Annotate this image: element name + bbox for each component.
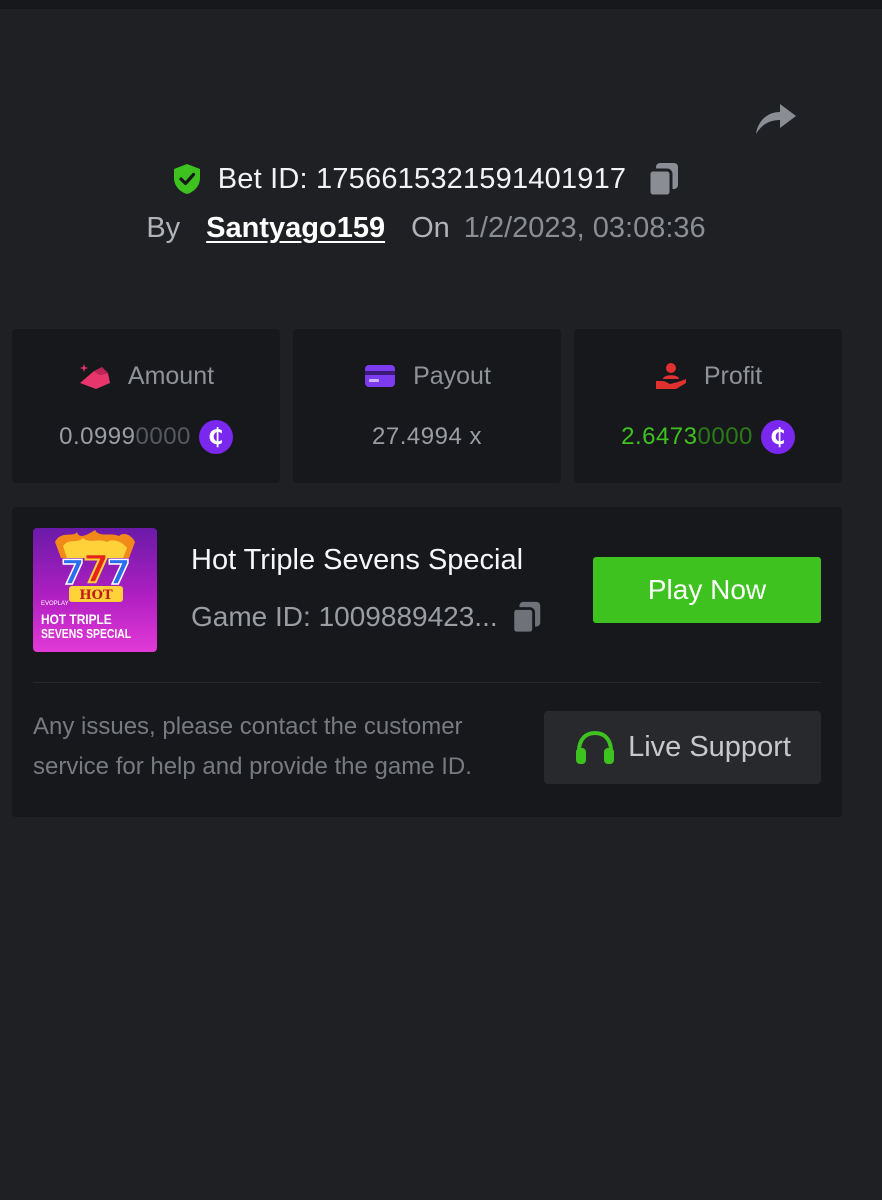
- profit-card: Profit 2.6473 0000 ₵: [574, 329, 842, 483]
- divider: [33, 682, 821, 683]
- live-support-button[interactable]: Live Support: [544, 711, 821, 784]
- by-label: By: [146, 212, 181, 244]
- profit-header: Profit: [574, 359, 842, 393]
- svg-text:7: 7: [83, 547, 109, 591]
- slot-sevens-logo: 7 7 7 HOT: [55, 530, 135, 603]
- payout-card: Payout 27.4994 x: [293, 329, 561, 483]
- amount-value-trailing: 0000: [135, 423, 191, 450]
- amount-icon: [79, 364, 110, 389]
- top-bar: [0, 0, 882, 9]
- amount-value-main: 0.0999: [59, 423, 136, 450]
- bet-id-row: Bet ID: 1756615321591401917: [0, 158, 852, 200]
- amount-card: Amount 0.0999 0000 ₵: [12, 329, 280, 483]
- thumbnail-brand: EVOPLAY: [41, 601, 69, 607]
- bet-timestamp: 1/2/2023, 03:08:36: [463, 212, 706, 244]
- coin-icon: ₵: [760, 420, 795, 454]
- share-icon: [756, 104, 796, 134]
- game-thumbnail[interactable]: 7 7 7 HOT EVOPLAY HOT TRIPLE SEVENS SPEC…: [33, 528, 157, 652]
- game-id-row: Game ID: 1009889423...: [191, 598, 544, 636]
- payout-value: 27.4994 x: [372, 423, 482, 450]
- hand-user-icon: [655, 363, 686, 389]
- profit-value: 2.6473 0000 ₵: [574, 419, 842, 455]
- live-support-label: Live Support: [628, 731, 791, 763]
- thumbnail-title-line1: HOT TRIPLE: [41, 611, 112, 627]
- amount-label: Amount: [127, 361, 215, 390]
- profit-value-trailing: 0000: [697, 423, 753, 450]
- svg-text:HOT: HOT: [79, 588, 113, 603]
- game-id: Game ID: 1009889423...: [191, 601, 498, 632]
- profit-value-main: 2.6473: [621, 423, 698, 450]
- payout-label: Payout: [413, 361, 491, 390]
- on-label: On: [411, 212, 450, 244]
- copy-game-id-icon[interactable]: [510, 599, 544, 635]
- payout-header: Payout: [293, 359, 561, 393]
- share-button[interactable]: [752, 96, 800, 140]
- copy-bet-id-icon[interactable]: [646, 160, 682, 198]
- username-link[interactable]: Santyago159: [206, 212, 385, 245]
- thumbnail-title-line2: SEVENS SPECIAL: [41, 626, 132, 641]
- bet-id: Bet ID: 1756615321591401917: [217, 162, 627, 195]
- headset-icon: [576, 730, 615, 764]
- amount-value: 0.0999 0000 ₵: [12, 419, 280, 455]
- game-card: 7 7 7 HOT EVOPLAY HOT TRIPLE SEVENS SPEC…: [12, 507, 842, 817]
- support-help-text: Any issues, please contact the customer …: [33, 713, 472, 780]
- card-icon: [365, 365, 396, 387]
- coin-icon: ₵: [198, 420, 233, 454]
- bet-meta-row: By Santyago159 On 1/2/2023, 03:08:36: [0, 212, 852, 254]
- game-title: Hot Triple Sevens Special: [191, 544, 524, 576]
- amount-header: Amount: [12, 359, 280, 393]
- verified-shield-icon: [173, 164, 200, 194]
- play-now-button[interactable]: Play Now: [593, 557, 821, 623]
- profit-label: Profit: [703, 361, 763, 390]
